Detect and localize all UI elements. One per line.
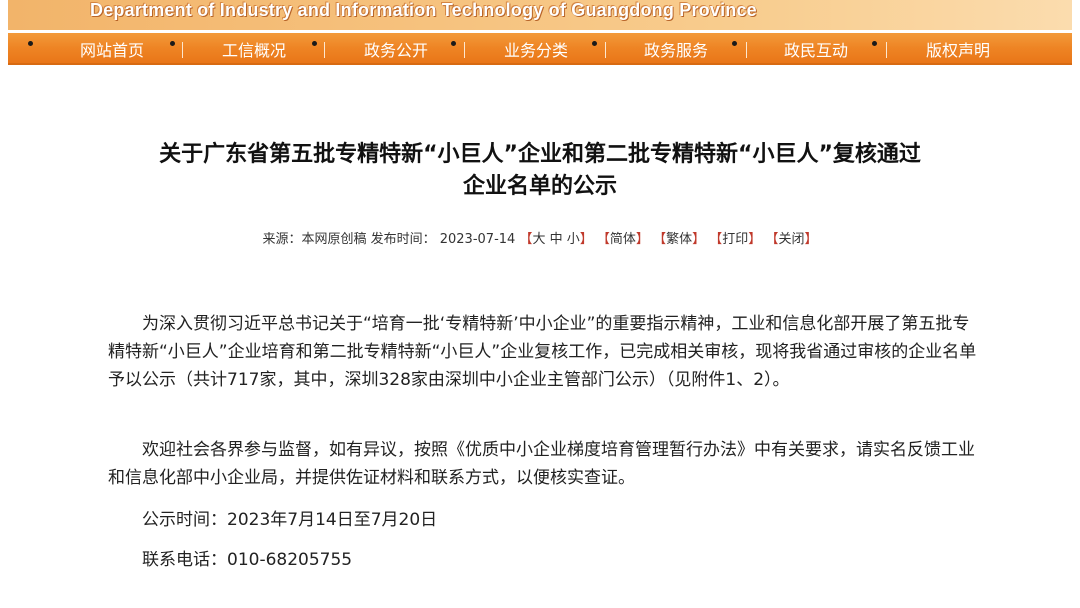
article-title-line-2: 企业名单的公示 [462, 174, 617, 199]
article-title-line-1: 关于广东省第五批专精特新“小巨人”企业和第二批专精特新“小巨人”复核通过 [159, 142, 921, 167]
article-paragraph-2: 欢迎社会各界参与监督，如有异议，按照《优质中小企业梯度培育管理暂行办法》中有关要… [108, 440, 975, 488]
nav-bullet-icon [170, 41, 175, 46]
article-source-date: 来源：本网原创稿 发布时间： 2023-07-14 [262, 232, 516, 247]
banner-title: Department of Industry and Information T… [90, 0, 757, 20]
article-title: 关于广东省第五批专精特新“小巨人”企业和第二批专精特新“小巨人”复核通过 企业名… [0, 139, 1080, 203]
nav-bullet-icon [28, 41, 33, 46]
nav-separator [182, 42, 183, 58]
nav-separator [746, 42, 747, 58]
simplified-chinese-link[interactable]: 简体 [610, 232, 636, 247]
print-link[interactable]: 打印 [722, 232, 748, 247]
nav-separator [324, 42, 325, 58]
nav-item-copyright[interactable]: 版权声明 [926, 33, 990, 65]
contact-phone: 联系电话：010-68205755 [142, 550, 353, 570]
notice-period: 公示时间：2023年7月14日至7月20日 [142, 510, 438, 530]
nav-separator [464, 42, 465, 58]
nav-separator [605, 42, 606, 58]
header-banner: Department of Industry and Information T… [8, 0, 1072, 30]
nav-item-government-affairs[interactable]: 政务公开 [364, 33, 428, 65]
nav-bullet-icon [312, 41, 317, 46]
article-meta: 来源：本网原创稿 发布时间： 2023-07-14 【大 中 小】 【简体】 【… [262, 232, 818, 247]
nav-item-interaction[interactable]: 政民互动 [784, 33, 848, 65]
page: Department of Industry and Information T… [0, 0, 1080, 608]
close-link[interactable]: 关闭 [778, 232, 804, 247]
nav-bullet-icon [872, 41, 877, 46]
traditional-chinese-link[interactable]: 繁体 [666, 232, 692, 247]
nav-bullet-icon [732, 41, 737, 46]
font-size-selector[interactable]: 大 中 小 [532, 232, 579, 247]
nav-separator [886, 42, 887, 58]
nav-bullet-icon [451, 41, 456, 46]
nav-item-government-services[interactable]: 政务服务 [644, 33, 708, 65]
article-paragraph-1: 为深入贯彻习近平总书记关于“培育一批‘专精特新’中小企业”的重要指示精神，工业和… [108, 314, 977, 390]
nav-bullet-icon [592, 41, 597, 46]
nav-item-overview[interactable]: 工信概况 [222, 33, 286, 65]
nav-item-home[interactable]: 网站首页 [80, 33, 144, 65]
nav-item-business-categories[interactable]: 业务分类 [504, 33, 568, 65]
main-navigation: 网站首页 工信概况 政务公开 业务分类 政务服务 政民互动 版权声明 [8, 33, 1072, 65]
